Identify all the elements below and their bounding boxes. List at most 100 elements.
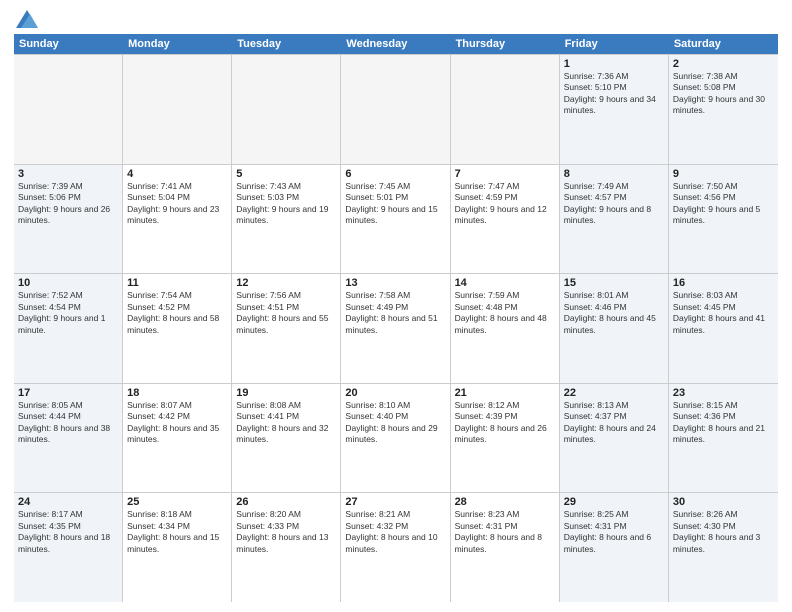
- day-info: Sunrise: 7:41 AM Sunset: 5:04 PM Dayligh…: [127, 181, 227, 227]
- day-number: 22: [564, 387, 664, 399]
- day-info: Sunrise: 7:54 AM Sunset: 4:52 PM Dayligh…: [127, 290, 227, 336]
- day-cell-29: 29Sunrise: 8:25 AM Sunset: 4:31 PM Dayli…: [560, 493, 669, 602]
- day-number: 14: [455, 277, 555, 289]
- header-day-thursday: Thursday: [451, 34, 560, 54]
- header-day-sunday: Sunday: [14, 34, 123, 54]
- day-cell-13: 13Sunrise: 7:58 AM Sunset: 4:49 PM Dayli…: [341, 274, 450, 383]
- day-cell-30: 30Sunrise: 8:26 AM Sunset: 4:30 PM Dayli…: [669, 493, 778, 602]
- day-cell-28: 28Sunrise: 8:23 AM Sunset: 4:31 PM Dayli…: [451, 493, 560, 602]
- day-info: Sunrise: 7:45 AM Sunset: 5:01 PM Dayligh…: [345, 181, 445, 227]
- day-cell-22: 22Sunrise: 8:13 AM Sunset: 4:37 PM Dayli…: [560, 384, 669, 493]
- day-info: Sunrise: 7:36 AM Sunset: 5:10 PM Dayligh…: [564, 71, 664, 117]
- day-info: Sunrise: 8:10 AM Sunset: 4:40 PM Dayligh…: [345, 400, 445, 446]
- empty-cell: [14, 55, 123, 164]
- day-cell-23: 23Sunrise: 8:15 AM Sunset: 4:36 PM Dayli…: [669, 384, 778, 493]
- day-number: 1: [564, 58, 664, 70]
- day-info: Sunrise: 7:38 AM Sunset: 5:08 PM Dayligh…: [673, 71, 774, 117]
- day-info: Sunrise: 8:05 AM Sunset: 4:44 PM Dayligh…: [18, 400, 118, 446]
- calendar: SundayMondayTuesdayWednesdayThursdayFrid…: [14, 34, 778, 602]
- day-number: 19: [236, 387, 336, 399]
- day-number: 11: [127, 277, 227, 289]
- day-info: Sunrise: 7:39 AM Sunset: 5:06 PM Dayligh…: [18, 181, 118, 227]
- logo-icon: [16, 10, 38, 28]
- day-info: Sunrise: 8:17 AM Sunset: 4:35 PM Dayligh…: [18, 509, 118, 555]
- page: SundayMondayTuesdayWednesdayThursdayFrid…: [0, 0, 792, 612]
- day-cell-7: 7Sunrise: 7:47 AM Sunset: 4:59 PM Daylig…: [451, 165, 560, 274]
- day-number: 9: [673, 168, 774, 180]
- day-cell-27: 27Sunrise: 8:21 AM Sunset: 4:32 PM Dayli…: [341, 493, 450, 602]
- empty-cell: [232, 55, 341, 164]
- day-cell-3: 3Sunrise: 7:39 AM Sunset: 5:06 PM Daylig…: [14, 165, 123, 274]
- day-number: 24: [18, 496, 118, 508]
- day-cell-12: 12Sunrise: 7:56 AM Sunset: 4:51 PM Dayli…: [232, 274, 341, 383]
- header-day-monday: Monday: [123, 34, 232, 54]
- header-day-tuesday: Tuesday: [232, 34, 341, 54]
- day-info: Sunrise: 7:52 AM Sunset: 4:54 PM Dayligh…: [18, 290, 118, 336]
- day-cell-16: 16Sunrise: 8:03 AM Sunset: 4:45 PM Dayli…: [669, 274, 778, 383]
- day-info: Sunrise: 8:18 AM Sunset: 4:34 PM Dayligh…: [127, 509, 227, 555]
- day-number: 2: [673, 58, 774, 70]
- day-cell-15: 15Sunrise: 8:01 AM Sunset: 4:46 PM Dayli…: [560, 274, 669, 383]
- day-number: 13: [345, 277, 445, 289]
- day-number: 21: [455, 387, 555, 399]
- day-cell-14: 14Sunrise: 7:59 AM Sunset: 4:48 PM Dayli…: [451, 274, 560, 383]
- day-cell-24: 24Sunrise: 8:17 AM Sunset: 4:35 PM Dayli…: [14, 493, 123, 602]
- header-day-wednesday: Wednesday: [341, 34, 450, 54]
- week-row-4: 17Sunrise: 8:05 AM Sunset: 4:44 PM Dayli…: [14, 383, 778, 493]
- day-cell-1: 1Sunrise: 7:36 AM Sunset: 5:10 PM Daylig…: [560, 55, 669, 164]
- day-info: Sunrise: 8:25 AM Sunset: 4:31 PM Dayligh…: [564, 509, 664, 555]
- day-cell-10: 10Sunrise: 7:52 AM Sunset: 4:54 PM Dayli…: [14, 274, 123, 383]
- day-number: 4: [127, 168, 227, 180]
- week-row-2: 3Sunrise: 7:39 AM Sunset: 5:06 PM Daylig…: [14, 164, 778, 274]
- empty-cell: [341, 55, 450, 164]
- day-number: 23: [673, 387, 774, 399]
- day-cell-18: 18Sunrise: 8:07 AM Sunset: 4:42 PM Dayli…: [123, 384, 232, 493]
- day-cell-21: 21Sunrise: 8:12 AM Sunset: 4:39 PM Dayli…: [451, 384, 560, 493]
- day-cell-9: 9Sunrise: 7:50 AM Sunset: 4:56 PM Daylig…: [669, 165, 778, 274]
- day-number: 18: [127, 387, 227, 399]
- week-row-5: 24Sunrise: 8:17 AM Sunset: 4:35 PM Dayli…: [14, 492, 778, 602]
- day-info: Sunrise: 7:47 AM Sunset: 4:59 PM Dayligh…: [455, 181, 555, 227]
- day-number: 12: [236, 277, 336, 289]
- day-number: 28: [455, 496, 555, 508]
- day-info: Sunrise: 8:13 AM Sunset: 4:37 PM Dayligh…: [564, 400, 664, 446]
- day-cell-6: 6Sunrise: 7:45 AM Sunset: 5:01 PM Daylig…: [341, 165, 450, 274]
- header-day-saturday: Saturday: [669, 34, 778, 54]
- day-info: Sunrise: 8:12 AM Sunset: 4:39 PM Dayligh…: [455, 400, 555, 446]
- day-number: 6: [345, 168, 445, 180]
- day-number: 10: [18, 277, 118, 289]
- week-row-3: 10Sunrise: 7:52 AM Sunset: 4:54 PM Dayli…: [14, 273, 778, 383]
- day-number: 30: [673, 496, 774, 508]
- day-number: 7: [455, 168, 555, 180]
- header-day-friday: Friday: [560, 34, 669, 54]
- day-number: 25: [127, 496, 227, 508]
- day-info: Sunrise: 7:43 AM Sunset: 5:03 PM Dayligh…: [236, 181, 336, 227]
- day-info: Sunrise: 7:59 AM Sunset: 4:48 PM Dayligh…: [455, 290, 555, 336]
- day-cell-5: 5Sunrise: 7:43 AM Sunset: 5:03 PM Daylig…: [232, 165, 341, 274]
- day-info: Sunrise: 7:50 AM Sunset: 4:56 PM Dayligh…: [673, 181, 774, 227]
- day-number: 3: [18, 168, 118, 180]
- day-cell-19: 19Sunrise: 8:08 AM Sunset: 4:41 PM Dayli…: [232, 384, 341, 493]
- day-info: Sunrise: 8:15 AM Sunset: 4:36 PM Dayligh…: [673, 400, 774, 446]
- day-cell-26: 26Sunrise: 8:20 AM Sunset: 4:33 PM Dayli…: [232, 493, 341, 602]
- day-cell-2: 2Sunrise: 7:38 AM Sunset: 5:08 PM Daylig…: [669, 55, 778, 164]
- calendar-header: SundayMondayTuesdayWednesdayThursdayFrid…: [14, 34, 778, 54]
- day-info: Sunrise: 8:01 AM Sunset: 4:46 PM Dayligh…: [564, 290, 664, 336]
- week-row-1: 1Sunrise: 7:36 AM Sunset: 5:10 PM Daylig…: [14, 54, 778, 164]
- day-number: 26: [236, 496, 336, 508]
- day-cell-25: 25Sunrise: 8:18 AM Sunset: 4:34 PM Dayli…: [123, 493, 232, 602]
- logo: [14, 10, 38, 28]
- day-info: Sunrise: 8:07 AM Sunset: 4:42 PM Dayligh…: [127, 400, 227, 446]
- day-number: 8: [564, 168, 664, 180]
- header: [14, 10, 778, 28]
- day-number: 29: [564, 496, 664, 508]
- day-info: Sunrise: 8:21 AM Sunset: 4:32 PM Dayligh…: [345, 509, 445, 555]
- day-info: Sunrise: 8:23 AM Sunset: 4:31 PM Dayligh…: [455, 509, 555, 555]
- day-number: 16: [673, 277, 774, 289]
- day-cell-20: 20Sunrise: 8:10 AM Sunset: 4:40 PM Dayli…: [341, 384, 450, 493]
- empty-cell: [123, 55, 232, 164]
- day-number: 20: [345, 387, 445, 399]
- day-info: Sunrise: 7:49 AM Sunset: 4:57 PM Dayligh…: [564, 181, 664, 227]
- day-number: 15: [564, 277, 664, 289]
- day-info: Sunrise: 8:20 AM Sunset: 4:33 PM Dayligh…: [236, 509, 336, 555]
